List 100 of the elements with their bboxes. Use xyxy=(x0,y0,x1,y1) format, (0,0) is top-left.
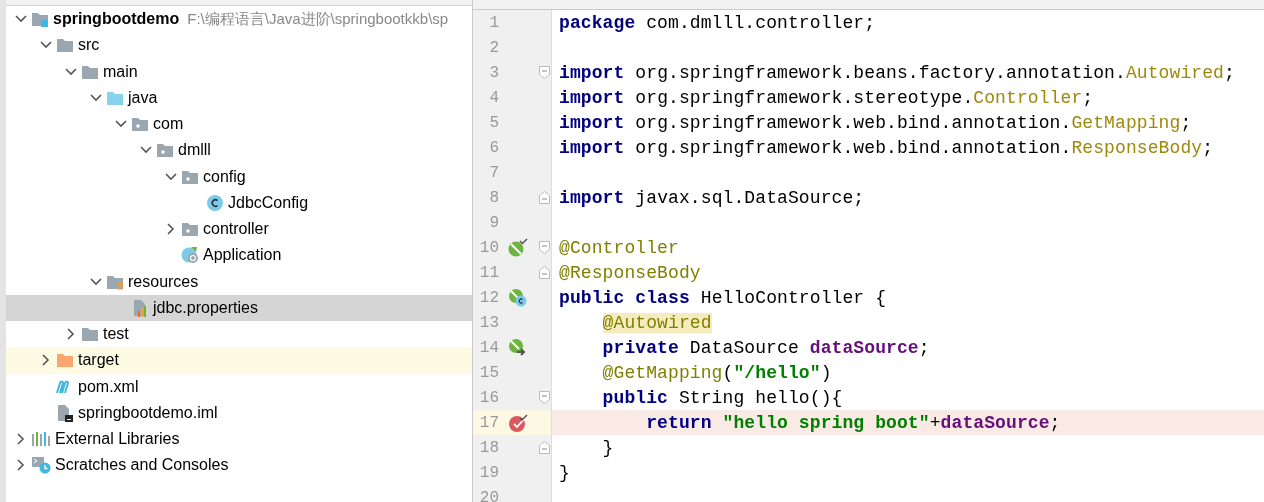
tree-item[interactable]: controller xyxy=(6,216,472,243)
line-number: 11 xyxy=(478,263,499,282)
code-line: import org.springframework.beans.factory.annotation.Autowired; xyxy=(559,62,1235,83)
tree-item-label: pom.xml xyxy=(78,377,139,396)
folder-icon xyxy=(81,326,99,343)
line-number: 15 xyxy=(478,363,499,382)
tree-item-label: Application xyxy=(203,246,282,265)
tree-item[interactable]: springbootdemo.iml xyxy=(6,399,472,426)
tree-item-label: Scratches and Consoles xyxy=(55,456,229,475)
code-line: public String hello(){ xyxy=(602,387,843,408)
tree-item[interactable]: Application xyxy=(6,242,472,269)
code-line: } xyxy=(602,437,614,458)
fold-marker-icon[interactable] xyxy=(538,266,550,279)
tree-item[interactable]: JdbcConfig xyxy=(6,189,472,216)
scratches-icon xyxy=(31,456,51,475)
line-number: 6 xyxy=(488,138,499,157)
collapsed-chevron-icon[interactable] xyxy=(67,328,75,341)
code-line: import org.springframework.stereotype.Controller; xyxy=(559,87,1094,108)
resource-folder-icon xyxy=(106,273,124,290)
package-folder-icon xyxy=(181,221,199,238)
fold-marker-icon[interactable] xyxy=(538,441,550,454)
fold-marker-icon[interactable] xyxy=(538,241,550,254)
tree-item-label: main xyxy=(103,62,138,81)
package-folder-icon xyxy=(131,116,149,133)
line-number: 12 xyxy=(478,288,499,307)
line-number: 19 xyxy=(478,463,499,482)
tree-item[interactable]: jdbc.properties xyxy=(6,294,472,321)
breakpoint-icon[interactable] xyxy=(508,412,528,433)
tree-item[interactable]: src xyxy=(6,32,472,59)
line-number: 13 xyxy=(478,313,499,332)
collapsed-chevron-icon[interactable] xyxy=(42,354,50,367)
expanded-chevron-icon[interactable] xyxy=(15,15,27,24)
line-number: 9 xyxy=(488,213,499,232)
expanded-chevron-icon[interactable] xyxy=(115,120,127,129)
expanded-chevron-icon[interactable] xyxy=(90,277,102,286)
code-line: @ResponseBody xyxy=(559,262,701,283)
tree-item-label: config xyxy=(203,167,246,186)
fold-marker-icon[interactable] xyxy=(538,191,550,204)
code-line: package com.dmlll.controller; xyxy=(559,12,876,33)
tree-item[interactable]: pom.xml xyxy=(6,373,472,400)
tree-item[interactable]: config xyxy=(6,163,472,190)
collapsed-chevron-icon[interactable] xyxy=(17,433,25,446)
line-number: 1 xyxy=(488,13,499,32)
tree-item-label: External Libraries xyxy=(55,430,180,449)
tree-item[interactable]: com xyxy=(6,111,472,138)
tree-item[interactable]: test xyxy=(6,321,472,348)
line-number: 5 xyxy=(488,113,499,132)
fold-marker-icon[interactable] xyxy=(538,66,550,79)
tree-item-label: JdbcConfig xyxy=(228,193,309,212)
line-number: 3 xyxy=(488,63,499,82)
line-number: 7 xyxy=(488,163,499,182)
libraries-icon xyxy=(31,431,51,448)
code-line: } xyxy=(559,462,570,483)
tree-item[interactable]: resources xyxy=(6,268,472,295)
line-number: 17 xyxy=(478,413,499,432)
tree-item-label: controller xyxy=(203,220,269,239)
tree-item-label: com xyxy=(153,115,184,134)
spring-bean-icon[interactable] xyxy=(508,237,528,258)
code-line: import org.springframework.web.bind.annotation.GetMapping; xyxy=(559,112,1192,133)
collapsed-chevron-icon[interactable] xyxy=(17,459,25,472)
tree-item-label: resources xyxy=(128,272,199,291)
tree-item[interactable]: Scratches and Consoles xyxy=(6,452,472,479)
line-number: 8 xyxy=(488,188,499,207)
tree-item-label: springbootdemo xyxy=(53,10,180,29)
line-number: 14 xyxy=(478,338,499,357)
tree-item[interactable]: main xyxy=(6,58,472,85)
line-number: 4 xyxy=(488,88,499,107)
tree-item[interactable]: target xyxy=(6,347,472,374)
properties-file-icon xyxy=(131,298,149,317)
module-folder-icon xyxy=(31,11,49,28)
folder-icon xyxy=(81,63,99,80)
line-number: 2 xyxy=(488,38,499,57)
tree-item[interactable]: External Libraries xyxy=(6,426,472,453)
injection-icon[interactable] xyxy=(508,337,528,358)
tree-item-label: dmlll xyxy=(178,141,211,160)
tree-item[interactable]: springbootdemo F:\编程语言\Java进阶\springbootkkb\sp xyxy=(6,6,472,33)
code-line: return "hello spring boot"+dataSource; xyxy=(646,412,1061,433)
spring-bean-icon[interactable] xyxy=(508,287,528,308)
tree-item[interactable]: dmlll xyxy=(6,137,472,164)
class-icon xyxy=(206,193,224,212)
line-number: 18 xyxy=(478,438,499,457)
folder-icon xyxy=(56,352,74,369)
expanded-chevron-icon[interactable] xyxy=(90,93,102,102)
collapsed-chevron-icon[interactable] xyxy=(167,223,175,236)
fold-marker-icon[interactable] xyxy=(538,391,550,404)
tree-item[interactable]: java xyxy=(6,84,472,111)
tree-item-label: java xyxy=(128,88,158,107)
package-folder-icon xyxy=(156,142,174,159)
expanded-chevron-icon[interactable] xyxy=(165,172,177,181)
project-path: F:\编程语言\Java进阶\springbootkkb\sp xyxy=(187,9,449,29)
code-line: private DataSource dataSource; xyxy=(602,337,930,358)
tree-item-label: src xyxy=(78,36,100,55)
line-number: 10 xyxy=(478,238,499,257)
folder-icon xyxy=(106,89,124,106)
expanded-chevron-icon[interactable] xyxy=(140,146,152,155)
tree-item-label: target xyxy=(78,351,119,370)
expanded-chevron-icon[interactable] xyxy=(40,41,52,50)
expanded-chevron-icon[interactable] xyxy=(65,67,77,76)
code-line: @GetMapping("/hello") xyxy=(602,362,832,383)
tree-item-label: test xyxy=(103,325,129,344)
